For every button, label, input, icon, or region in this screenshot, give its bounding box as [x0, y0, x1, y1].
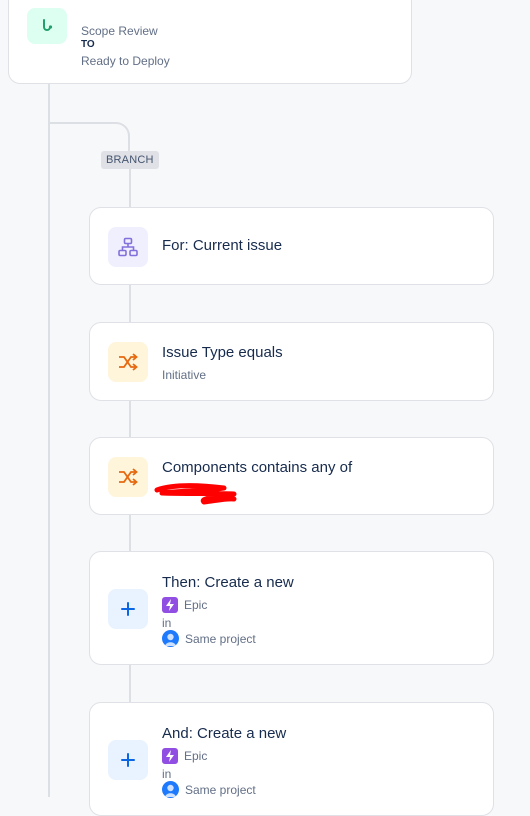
transition-icon [27, 8, 67, 44]
hierarchy-icon [108, 227, 148, 267]
plus-icon [108, 740, 148, 780]
project-avatar-icon [162, 781, 179, 798]
branch-for-card[interactable]: For: Current issue [89, 207, 494, 285]
step-title: Then: Create a new [162, 574, 294, 591]
step-title: For: Current issue [162, 237, 283, 254]
project-row: Same project [162, 781, 256, 798]
redaction-scribble [154, 483, 237, 505]
step-title: Components contains any of [162, 459, 353, 476]
issue-type-label: Epic [184, 598, 208, 612]
condition-issue-type-card[interactable]: Issue Type equals Initiative [89, 322, 494, 401]
in-label: in [162, 767, 172, 781]
action-create-epic-card[interactable]: Then: Create a new Epic in Same project [89, 551, 494, 665]
project-label: Same project [185, 782, 256, 797]
in-label: in [162, 616, 172, 630]
project-avatar-icon [162, 630, 179, 647]
issue-type-row: Epic [162, 597, 207, 613]
branch-lozenge: BRANCH [101, 151, 159, 169]
shuffle-icon [108, 457, 148, 497]
issue-type-row: Epic [162, 748, 207, 764]
issue-type-label: Epic [184, 749, 208, 763]
condition-components-card[interactable]: Components contains any of [89, 437, 494, 515]
branch-connector-elbow [48, 122, 130, 152]
step-title: Issue Type equals [162, 344, 283, 361]
epic-icon [162, 597, 178, 613]
plus-icon [108, 589, 148, 629]
shuffle-icon [108, 342, 148, 382]
project-label: Same project [185, 631, 256, 646]
step-value: Initiative [162, 368, 207, 382]
to-label: TO [81, 39, 95, 50]
to-status: Ready to Deploy [81, 54, 170, 68]
main-connector-line [48, 84, 50, 797]
project-row: Same project [162, 630, 256, 647]
transition-trigger-card[interactable]: Scope Review TO Ready to Deploy [8, 0, 412, 84]
from-status: Scope Review [81, 24, 158, 38]
action-create-epic-card-2[interactable]: And: Create a new Epic in Same project [89, 702, 494, 816]
epic-icon [162, 748, 178, 764]
step-title: And: Create a new [162, 725, 287, 742]
